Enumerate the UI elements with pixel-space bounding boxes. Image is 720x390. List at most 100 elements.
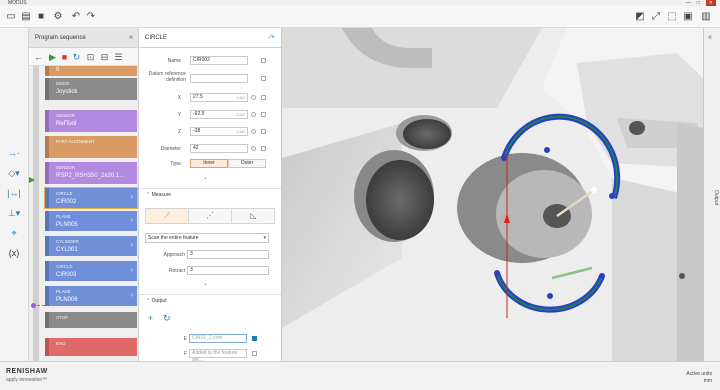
diameter-label: Diameter <box>160 146 181 152</box>
program-sequence-panel: Program sequence « ← ▶ ■ ↻ ⊡ ⊟ ☰ 0 MODE Jo… <box>29 28 139 361</box>
probe-tool-icon[interactable]: ⌖ <box>3 226 25 240</box>
output-section-header[interactable]: ⌃ Output <box>139 294 281 306</box>
sequence-title: Program sequence <box>35 35 86 41</box>
f-field[interactable]: Added to the feature set... <box>189 349 247 361</box>
distance-tool-icon[interactable]: |↔| <box>3 186 25 200</box>
type-outer-button[interactable]: Outer <box>228 159 266 168</box>
new-icon[interactable]: ▭ <box>5 11 17 23</box>
sequence-block[interactable]: MODE Joystick <box>45 78 137 100</box>
expand-chevron-icon[interactable]: ⌄ <box>203 280 208 287</box>
z-checkbox[interactable] <box>261 129 266 134</box>
name-field[interactable]: CIR002 <box>190 56 248 65</box>
play-icon[interactable]: ▶ <box>47 51 58 63</box>
main-toolbar: ▭ ▤ ■ ⚙ ↶ ↷ ◩ ⤢ ⬚ ▣ ▥ <box>0 6 720 28</box>
sequence-toolbar: ← ▶ ■ ↻ ⊡ ⊟ ☰ <box>29 48 138 66</box>
sequence-block[interactable]: STOP <box>45 312 137 328</box>
refresh-output-icon[interactable]: ↻ <box>163 313 171 324</box>
block-type: PLANE <box>56 214 71 219</box>
diameter-field[interactable]: 42 <box>190 144 248 153</box>
sequence-block[interactable]: PLANE PLN006 › <box>45 286 137 306</box>
expand-panel-icon[interactable]: « <box>708 34 712 41</box>
sequence-block[interactable]: SENSOR RSP2_RSH350_2x20,1... <box>45 162 137 184</box>
datum-checkbox[interactable] <box>261 76 266 81</box>
y-checkbox[interactable] <box>261 112 266 117</box>
block-name: RefTool <box>56 121 77 127</box>
sequence-block[interactable]: END <box>45 338 137 356</box>
undo-icon[interactable]: ↶ <box>70 11 82 23</box>
back-icon[interactable]: ← <box>33 51 44 63</box>
type-inner-button[interactable]: Inner <box>190 159 228 168</box>
active-units-label: Active units <box>686 371 712 377</box>
name-checkbox[interactable] <box>261 58 266 63</box>
sequence-block[interactable]: PART ALIGNMENT <box>45 136 137 158</box>
block-type: END <box>56 341 66 346</box>
sequence-block[interactable]: 0 <box>45 66 137 76</box>
z-field[interactable]: -38 CAD <box>190 127 248 136</box>
block-expand-icon[interactable]: › <box>131 267 133 274</box>
part-model-render[interactable] <box>282 28 703 361</box>
axis-tool-icon[interactable]: ⊥▾ <box>3 206 25 220</box>
measure-mode-3-icon[interactable]: ◺ <box>232 209 275 223</box>
block-expand-icon[interactable]: › <box>131 194 133 201</box>
frame-icon[interactable]: ⬚ <box>666 11 678 23</box>
point-tool-icon[interactable]: →· <box>3 146 25 160</box>
edit-icon[interactable]: ⁄+ <box>270 28 275 48</box>
plane-tool-icon[interactable]: ◇▾ <box>3 166 25 180</box>
approach-field[interactable]: 3 <box>187 250 269 259</box>
screenshot-icon[interactable]: ▣ <box>682 11 694 23</box>
sequence-block[interactable]: CYLINDER CYL001 › <box>45 236 137 256</box>
block-expand-icon[interactable]: › <box>131 242 133 249</box>
f-checkbox[interactable] <box>252 351 257 356</box>
datum-label: Datum reference definition <box>148 71 186 83</box>
machine-icon[interactable]: ▥ <box>700 11 712 23</box>
x-radio[interactable] <box>251 95 256 100</box>
z-radio[interactable] <box>251 129 256 134</box>
measure-mode-group: ⟋ ⋰ ◺ <box>145 208 275 224</box>
datum-field[interactable] <box>190 74 248 83</box>
retract-field[interactable]: 3 <box>187 266 269 275</box>
variable-tool-icon[interactable]: (x) <box>3 246 25 260</box>
insert-below-icon[interactable]: ⊟ <box>99 51 110 63</box>
scan-option-select[interactable]: Scan the entire feature ▾ <box>145 233 269 243</box>
zoom-fit-icon[interactable]: ⤢ <box>650 11 662 23</box>
block-type: CYLINDER <box>56 239 79 244</box>
sequence-timeline <box>33 66 39 361</box>
sequence-header: Program sequence « <box>29 28 138 48</box>
redo-icon[interactable]: ↷ <box>85 11 97 23</box>
open-icon[interactable]: ▤ <box>20 11 32 23</box>
block-type: STOP <box>56 315 69 320</box>
sequence-block[interactable]: CIRCLE CIR002 › <box>44 187 138 209</box>
repeat-icon[interactable]: ↻ <box>71 51 82 63</box>
expand-chevron-icon[interactable]: ⌄ <box>203 174 208 181</box>
properties-panel: CIRCLE ⁄+ Name CIR002 Datum reference de… <box>139 28 282 361</box>
stop-icon[interactable]: ■ <box>59 51 70 63</box>
block-expand-icon[interactable]: › <box>131 217 133 224</box>
x-checkbox[interactable] <box>261 95 266 100</box>
3d-viewport[interactable] <box>282 28 703 361</box>
measure-section-header[interactable]: ⌃ Measure <box>139 188 281 200</box>
sequence-block[interactable]: CIRCLE CIR003 › <box>45 261 137 281</box>
y-field[interactable]: -92.5 CAD <box>190 110 248 119</box>
sequence-block[interactable]: PLANE PLN005 › <box>45 211 137 231</box>
output-tab[interactable]: Output <box>705 190 719 205</box>
measure-mode-1-icon[interactable]: ⟋ <box>146 209 189 223</box>
add-output-icon[interactable]: + <box>148 313 153 323</box>
diameter-radio[interactable] <box>251 146 256 151</box>
e-label: E <box>183 336 187 342</box>
insert-above-icon[interactable]: ⊡ <box>85 51 96 63</box>
settings-icon[interactable]: ⚙ <box>52 11 64 23</box>
x-field[interactable]: 27.5 CAD <box>190 93 248 102</box>
measure-mode-2-icon[interactable]: ⋰ <box>189 209 232 223</box>
collapse-icon[interactable]: « <box>129 28 133 48</box>
breakpoint-icon[interactable] <box>31 303 36 308</box>
block-expand-icon[interactable]: › <box>131 292 133 299</box>
view-cube-icon[interactable]: ◩ <box>634 11 646 23</box>
diameter-checkbox[interactable] <box>261 146 266 151</box>
block-type: PLANE <box>56 289 71 294</box>
list-icon[interactable]: ☰ <box>113 51 124 63</box>
retract-label: Retract <box>168 268 185 274</box>
sequence-block[interactable]: SENSOR RefTool <box>45 110 137 132</box>
y-radio[interactable] <box>251 112 256 117</box>
e-field[interactable]: CIR01_2.com <box>189 334 247 343</box>
save-icon[interactable]: ■ <box>35 11 47 23</box>
